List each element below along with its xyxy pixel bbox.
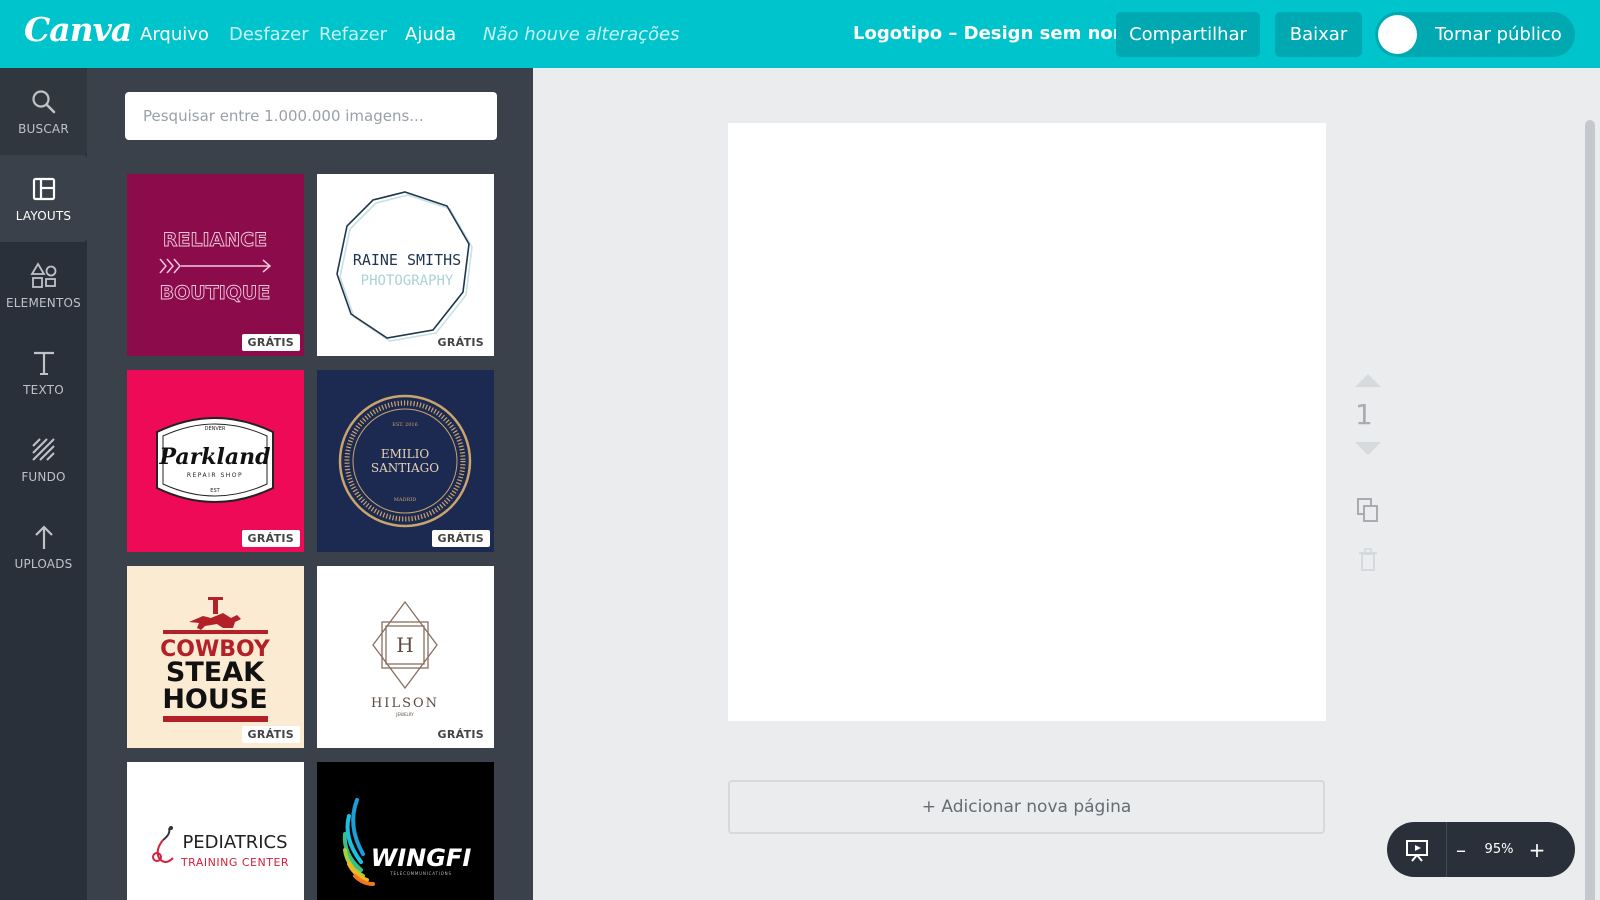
free-badge: GRÁTIS — [431, 530, 490, 547]
layouts-panel: RELIANCE BOUTIQUE GRÁTIS RAINE SMITHS PH… — [87, 68, 533, 900]
make-public-toggle[interactable]: Tornar público — [1375, 12, 1575, 57]
shapes-icon — [29, 261, 56, 288]
template-line: RAINE SMITHS — [353, 251, 461, 269]
template-line: HOUSE — [162, 684, 267, 715]
make-public-label: Tornar público — [1435, 24, 1562, 45]
template-line: Parkland — [158, 444, 270, 470]
template-line: EST — [210, 488, 220, 494]
template-line: PHOTOGRAPHY — [361, 273, 454, 289]
search-icon — [31, 89, 55, 113]
nav-label: TEXTO — [23, 382, 64, 397]
free-badge: GRÁTIS — [431, 334, 490, 351]
free-badge: GRÁTIS — [241, 334, 300, 351]
template-thumbnail[interactable]: RAINE SMITHS PHOTOGRAPHY GRÁTIS — [317, 174, 494, 356]
raine-smiths-logo-preview: RAINE SMITHS PHOTOGRAPHY — [317, 174, 494, 356]
emilio-santiago-logo-preview: EST. 2016 EMILIO SANTIAGO MADRID — [317, 370, 494, 552]
nav-item-uploads[interactable]: UPLOADS — [0, 503, 87, 590]
template-thumbnail[interactable]: COWBOY STEAK HOUSE GRÁTIS — [127, 566, 304, 748]
free-badge: GRÁTIS — [241, 726, 300, 743]
nav-item-search[interactable]: BUSCAR — [0, 68, 87, 155]
template-line: HILSON — [371, 696, 439, 711]
template-line: H — [396, 633, 413, 657]
free-badge: GRÁTIS — [431, 726, 490, 743]
template-thumbnail[interactable]: EST. 2016 EMILIO SANTIAGO MADRID GRÁTIS — [317, 370, 494, 552]
menu-help[interactable]: Ajuda — [405, 24, 456, 45]
present-button[interactable] — [1387, 822, 1447, 877]
template-line: SANTIAGO — [371, 461, 439, 475]
add-page-button[interactable]: + Adicionar nova página — [728, 780, 1325, 834]
present-icon — [1405, 839, 1428, 862]
nav-item-text[interactable]: TEXTO — [0, 329, 87, 416]
duplicate-page-icon[interactable] — [1355, 496, 1381, 524]
move-page-down-icon[interactable] — [1355, 442, 1381, 456]
template-line: TELECOMMUNICATIONS — [389, 871, 452, 876]
save-status: Não houve alterações — [483, 24, 680, 45]
nav-label: ELEMENTOS — [6, 295, 81, 310]
left-nav: BUSCAR LAYOUTS ELEMENTOS TEXTO FUNDO UPL… — [0, 68, 87, 900]
template-line: TRAINING CENTER — [180, 856, 289, 869]
cowboy-steakhouse-logo-preview: COWBOY STEAK HOUSE — [127, 566, 304, 748]
template-thumbnail[interactable]: H HILSON JEWELRY GRÁTIS — [317, 566, 494, 748]
template-line: JEWELRY — [395, 712, 414, 717]
nav-label: UPLOADS — [14, 556, 73, 571]
background-icon — [31, 437, 55, 461]
pediatrics-logo-preview: PEDIATRICS TRAINING CENTER — [127, 762, 304, 900]
template-line: REPAIR SHOP — [187, 472, 243, 479]
zoom-in-button[interactable]: + — [1523, 838, 1551, 862]
zoom-level: 95% — [1484, 842, 1514, 857]
template-thumbnail[interactable]: WINGFI TELECOMMUNICATIONS — [317, 762, 494, 900]
nav-label: FUNDO — [21, 469, 66, 484]
template-thumbnail[interactable]: DENVER Parkland REPAIR SHOP EST GRÁTIS — [127, 370, 304, 552]
nav-item-layouts[interactable]: LAYOUTS — [0, 155, 87, 242]
image-search-input[interactable] — [125, 92, 497, 140]
template-thumbnail[interactable]: RELIANCE BOUTIQUE GRÁTIS — [127, 174, 304, 356]
share-button[interactable]: Compartilhar — [1116, 12, 1260, 57]
parkland-logo-preview: DENVER Parkland REPAIR SHOP EST — [127, 370, 304, 552]
nav-item-background[interactable]: FUNDO — [0, 416, 87, 503]
template-line: PEDIATRICS — [182, 832, 287, 853]
text-icon — [33, 351, 54, 375]
template-line: BOUTIQUE — [160, 282, 271, 304]
canva-logo[interactable]: Canva — [24, 10, 132, 49]
download-button[interactable]: Baixar — [1275, 12, 1362, 57]
delete-page-icon[interactable] — [1357, 548, 1379, 572]
menu-redo[interactable]: Refazer — [319, 24, 387, 45]
layout-icon — [32, 177, 55, 200]
design-page[interactable] — [728, 123, 1326, 721]
nav-item-elements[interactable]: ELEMENTOS — [0, 242, 87, 329]
menu-undo[interactable]: Desfazer — [229, 24, 309, 45]
template-thumbnail[interactable]: PEDIATRICS TRAINING CENTER — [127, 762, 304, 900]
upload-icon — [34, 524, 53, 549]
page-number: 1 — [1355, 398, 1373, 431]
move-page-up-icon[interactable] — [1355, 374, 1381, 388]
free-badge: GRÁTIS — [241, 530, 300, 547]
reliance-logo-preview: RELIANCE BOUTIQUE — [127, 174, 304, 356]
template-line: EST. 2016 — [392, 422, 418, 428]
nav-label: LAYOUTS — [15, 208, 72, 223]
wingfi-logo-preview: WINGFI TELECOMMUNICATIONS — [317, 762, 494, 900]
template-line: DENVER — [205, 426, 226, 432]
top-bar: Canva Arquivo Desfazer Refazer Ajuda Não… — [0, 0, 1600, 68]
zoom-out-button[interactable]: – — [1447, 838, 1475, 862]
template-line: EMILIO — [381, 447, 429, 461]
template-line: MADRID — [394, 497, 417, 503]
menu-file[interactable]: Arquivo — [140, 24, 209, 45]
hilson-logo-preview: H HILSON JEWELRY — [317, 566, 494, 748]
canvas-area: 1 + Adicionar nova página – 95% + — [533, 68, 1600, 900]
document-title[interactable]: Logotipo – Design sem nome — [853, 23, 1144, 44]
template-line: WINGFI — [371, 844, 472, 872]
vertical-scrollbar[interactable] — [1585, 120, 1595, 900]
nav-label: BUSCAR — [18, 121, 69, 136]
toggle-knob — [1378, 15, 1417, 54]
zoom-controls: – 95% + — [1387, 822, 1575, 877]
template-line: RELIANCE — [163, 229, 267, 251]
